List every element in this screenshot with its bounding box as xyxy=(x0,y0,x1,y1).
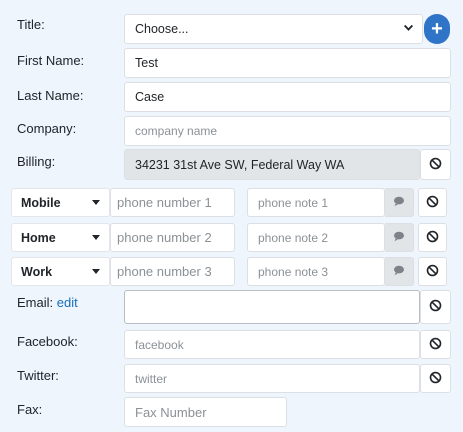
last-name-input[interactable]: Case xyxy=(124,82,451,112)
phone-note-icon-button-3[interactable] xyxy=(385,257,414,286)
phone-note-input-1[interactable]: phone note 1 xyxy=(247,188,385,217)
phone-note-icon-button-1[interactable] xyxy=(385,188,414,217)
caret-down-icon xyxy=(92,200,100,205)
fax-input[interactable]: Fax Number xyxy=(124,397,287,427)
ban-icon xyxy=(429,299,442,315)
phone-type-select-2[interactable]: Home xyxy=(11,223,110,252)
chevron-down-icon xyxy=(403,22,414,36)
phone-type-value: Work xyxy=(21,264,53,279)
email-input[interactable] xyxy=(124,290,420,324)
fax-label: Fax: xyxy=(17,402,43,417)
phone-note-icon-button-2[interactable] xyxy=(385,223,414,252)
phone-type-select-1[interactable]: Mobile xyxy=(11,188,110,217)
twitter-input[interactable]: twitter xyxy=(124,364,420,393)
phone-type-value: Mobile xyxy=(21,195,61,210)
facebook-clear-button[interactable] xyxy=(420,330,451,359)
ban-icon xyxy=(426,264,439,280)
phone-number-input-1[interactable]: phone number 1 xyxy=(110,188,235,217)
title-select-value: Choose... xyxy=(135,22,189,36)
last-name-label: Last Name: xyxy=(17,88,84,103)
phone-number-input-3[interactable]: phone number 3 xyxy=(110,257,235,286)
email-clear-button[interactable] xyxy=(420,290,451,324)
phone-number-input-2[interactable]: phone number 2 xyxy=(110,223,235,252)
twitter-clear-button[interactable] xyxy=(420,364,451,393)
email-label-group: Email: edit xyxy=(17,295,78,310)
phone-type-select-3[interactable]: Work xyxy=(11,257,110,286)
ban-icon xyxy=(429,157,442,173)
first-name-input[interactable]: Test xyxy=(124,48,451,78)
facebook-label: Facebook: xyxy=(17,334,78,349)
add-title-button[interactable]: + xyxy=(424,14,450,44)
caret-down-icon xyxy=(92,235,100,240)
company-input[interactable]: company name xyxy=(124,116,451,146)
ban-icon xyxy=(429,371,442,387)
comment-icon xyxy=(393,195,405,210)
phone-clear-button-1[interactable] xyxy=(418,188,447,217)
caret-down-icon xyxy=(92,269,100,274)
billing-clear-button[interactable] xyxy=(420,149,451,180)
first-name-label: First Name: xyxy=(17,53,85,68)
title-select[interactable]: Choose... xyxy=(124,14,423,44)
ban-icon xyxy=(426,195,439,211)
plus-icon: + xyxy=(431,18,443,40)
comment-icon xyxy=(393,264,405,279)
phone-clear-button-2[interactable] xyxy=(418,223,447,252)
comment-icon xyxy=(393,230,405,245)
company-label: Company: xyxy=(17,121,77,136)
billing-label: Billing: xyxy=(17,154,56,169)
email-edit-link[interactable]: edit xyxy=(57,295,78,310)
phone-clear-button-3[interactable] xyxy=(418,257,447,286)
ban-icon xyxy=(429,337,442,353)
phone-type-value: Home xyxy=(21,230,56,245)
twitter-label: Twitter: xyxy=(17,368,59,383)
email-label: Email: xyxy=(17,295,54,310)
billing-input[interactable]: 34231 31st Ave SW, Federal Way WA xyxy=(124,149,420,180)
title-label: Title: xyxy=(17,17,45,32)
facebook-input[interactable]: facebook xyxy=(124,330,420,359)
phone-note-input-2[interactable]: phone note 2 xyxy=(247,223,385,252)
phone-note-input-3[interactable]: phone note 3 xyxy=(247,257,385,286)
ban-icon xyxy=(426,230,439,246)
